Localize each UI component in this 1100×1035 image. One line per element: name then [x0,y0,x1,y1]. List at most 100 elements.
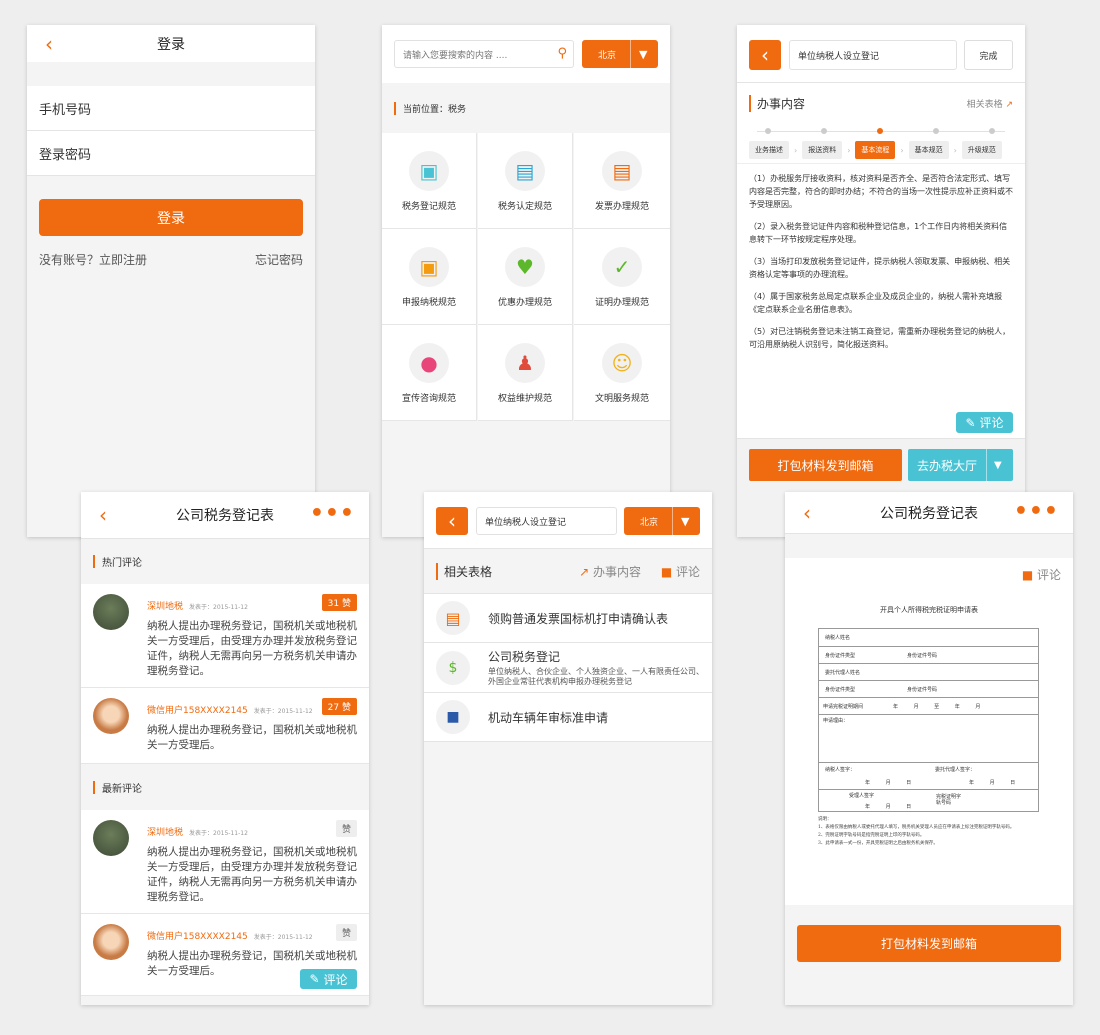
step-tab[interactable]: 报送资料 [802,141,843,159]
dropdown-arrow-icon[interactable]: ▼ [994,460,1002,471]
note-line: 2、完税证明字轨号码是指完税证明上印的字轨号码。 [818,833,925,838]
email-button[interactable]: 打包材料发到邮箱 [797,925,1061,962]
tax-hall-label: 去办税大厅 [916,458,977,473]
like-badge[interactable]: 27 赞 [321,698,357,715]
phone-field[interactable]: 手机号码 [27,86,315,131]
password-field[interactable]: 登录密码 [27,131,315,176]
note-line: 3、此申请表一式一份，开具完税证明之后由税务机关保存。 [818,841,938,846]
related-link[interactable]: 相关表格 [967,100,1003,110]
comment-item: 微信用户158XXXX2145 发表于：2015-11-12 纳税人提出办理税务登… [81,688,369,764]
form-item[interactable]: ▤ 领购普通发票国标机打申请确认表 [424,593,712,643]
category-item-5[interactable]: ✓ 证明办理规范 [574,229,670,325]
back-button[interactable]: ‹ [749,40,781,70]
back-arrow-icon: ‹ [761,43,769,67]
comment-item: 微信用户158XXXX2145 发表于：2015-11-12 纳税人提出办理税务登… [81,914,369,996]
note-line: 说明： [818,817,832,822]
category-item-3[interactable]: ▣ 申报纳税规范 [382,229,477,325]
dropdown-arrow-icon[interactable]: ▼ [681,515,689,528]
back-arrow-icon[interactable]: ‹ [45,34,63,54]
comments-header: ‹ 公司税务登记表 ••• [81,492,369,539]
comment-user[interactable]: 深圳地税 [147,602,183,612]
avatar [93,698,129,734]
category-label: 申报纳税规范 [401,298,456,308]
login-button[interactable]: 登录 [39,199,303,236]
password-label: 登录密码 [39,147,92,163]
chat-icon: ■ [1021,568,1034,582]
step-tab[interactable]: 升级规范 [961,141,1002,159]
content-tab-link[interactable]: 办事内容 [593,565,641,579]
search-icon[interactable]: ⚲ [557,46,567,61]
city-selector[interactable]: 北京 ▼ [582,40,658,68]
form-item[interactable]: $ 公司税务登记 单位纳税人、合伙企业、个人独资企业、一人有限责任公司、外国企业… [424,643,712,693]
comment-user[interactable]: 微信用户158XXXX2145 [147,706,248,716]
category-item-0[interactable]: ▣ 税务登记规范 [382,133,477,229]
external-link-icon: ↗ [1005,99,1013,110]
comment-date: 发表于：2015-11-12 [189,830,248,837]
search-input[interactable]: 请输入您要搜索的内容 .... ⚲ [394,40,574,68]
field-label: 委托代理人姓名 [825,669,861,676]
section-title: 办事内容 [749,94,805,112]
car-icon: ■ [436,700,470,734]
note-line: 1、表格仅限由纳税人或委托代理人填写，税务机关受理人员应在申请表上标注完税证明字… [818,825,1015,830]
step-tracker: 业务描述 › 报送资料 › 基本流程 › 基本规范 › 升级规范 [737,123,1025,163]
field-label: 纳税人签字： [825,767,856,773]
comment-user[interactable]: 深圳地税 [147,828,183,838]
search-input[interactable]: 单位纳税人设立登记 [476,507,617,535]
done-button[interactable]: 完成 [964,40,1013,70]
comment-item: 深圳地税 发表于：2015-11-12 纳税人提出办理税务登记，国税机关或地税机关… [81,810,369,914]
comment-item: 深圳地税 发表于：2015-11-12 纳税人提出办理税务登记，国税机关或地税机关… [81,584,369,688]
invoice-icon: ▤ [436,601,470,635]
category-item-6[interactable]: ● 宣传咨询规范 [382,325,477,421]
form-item-title: 领购普通发票国标机打申请确认表 [488,611,669,626]
form-item[interactable]: ■ 机动车辆年审标准申请 [424,693,712,742]
hot-comments-label: 热门评论 [102,558,142,569]
like-badge[interactable]: 赞 [335,924,357,941]
more-dots-icon[interactable]: ••• [310,503,355,525]
city-label: 北京 [598,50,617,61]
dropdown-arrow-icon[interactable]: ▼ [639,48,647,61]
step-tab[interactable]: 业务描述 [749,141,789,159]
step-dot [821,128,827,134]
page-title: 公司税务登记表 [176,508,274,524]
register-link[interactable]: 没有账号？立即注册 [39,251,147,268]
comment-button[interactable]: ✎ 评论 [956,412,1013,433]
field-label: 身份证件类型 [825,686,856,693]
document-header: ‹ 公司税务登记表 ••• [785,492,1073,534]
field-label: 纳税人姓名 [825,635,851,641]
page-title: 登录 [157,36,185,53]
search-input[interactable]: 单位纳税人设立登记 [789,40,957,70]
comment-link[interactable]: 评论 [1037,568,1061,582]
comment-button-label: 评论 [979,416,1004,430]
step-tab[interactable]: 基本规范 [908,141,949,159]
category-label: 发票办理规范 [594,202,649,212]
category-item-8[interactable]: ☺ 文明服务规范 [574,325,670,421]
tax-hall-button[interactable]: 去办税大厅 ▼ [908,449,1013,481]
category-item-7[interactable]: ♟ 权益维护规范 [478,325,573,421]
smile-icon: ☺ [602,343,642,383]
back-button[interactable]: ‹ [436,507,468,535]
like-badge[interactable]: 赞 [335,820,357,837]
comment-button[interactable]: ✎ 评论 [300,969,357,989]
like-badge[interactable]: 31 赞 [321,594,357,611]
process-paragraph: （1）办税服务厅接收资料，核对资料是否齐全、是否符合法定形式、填写内容是否完整，… [749,174,1013,209]
back-arrow-icon[interactable]: ‹ [803,503,821,523]
city-selector[interactable]: 北京 ▼ [624,507,700,535]
comment-tab-link[interactable]: 评论 [676,565,700,579]
comment-date: 发表于：2015-11-12 [253,934,313,941]
category-item-1[interactable]: ▤ 税务认定规范 [478,133,573,229]
forgot-password-link[interactable]: 忘记密码 [255,251,303,268]
forms-screen: ‹ 单位纳税人设立登记 北京 ▼ 相关表格 ↗ 办事内容 ■ 评论 ▤ 领购普通… [424,492,712,1005]
comment-user[interactable]: 微信用户158XXXX2145 [147,932,248,942]
document-icon: ▣ [409,151,449,191]
email-button[interactable]: 打包材料发到邮箱 [749,449,902,481]
comment-date: 发表于：2015-11-12 [189,604,248,611]
more-dots-icon[interactable]: ••• [1014,501,1059,523]
category-item-2[interactable]: ▤ 发票办理规范 [574,133,670,229]
back-arrow-icon[interactable]: ‹ [99,505,117,525]
login-button-label: 登录 [157,210,185,227]
category-label: 证明办理规范 [594,298,649,308]
field-value: 年 月 日 [865,780,912,786]
step-tab-active[interactable]: 基本流程 [855,141,896,159]
latest-comments-label: 最新评论 [102,783,142,795]
category-item-4[interactable]: ♥ 优惠办理规范 [478,229,573,325]
